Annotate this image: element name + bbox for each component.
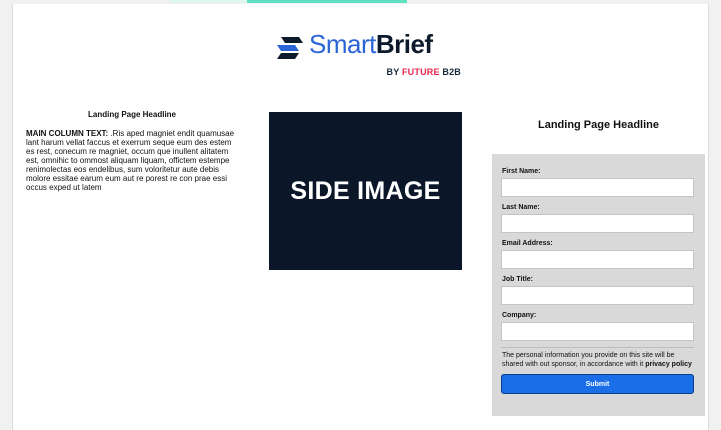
- submit-button[interactable]: Submit: [501, 374, 694, 394]
- first-name-label: First Name:: [502, 168, 541, 175]
- form-divider: [501, 347, 694, 348]
- main-column-text-body: .Ris aped magniet endit quamusae lant ha…: [26, 129, 235, 192]
- last-name-label: Last Name:: [502, 204, 540, 211]
- logo-wordmark: SmartBrief: [309, 29, 433, 59]
- logo-tag-future: FUTURE: [401, 67, 440, 77]
- form-column-headline: Landing Page Headline: [537, 119, 660, 132]
- side-image: SIDE IMAGE: [269, 112, 462, 270]
- main-column-text-lead: MAIN COLUMN TEXT:: [26, 129, 109, 138]
- job-title-label: Job Title:: [502, 276, 533, 283]
- lead-form: First Name: Last Name: Email Address: Jo…: [492, 154, 705, 416]
- top-accent-faint: [170, 0, 247, 3]
- job-title-field[interactable]: [501, 286, 694, 305]
- logo-word-brief: Brief: [375, 29, 433, 59]
- logo-word-smart: Smart: [309, 29, 376, 59]
- logo-tag-b2b: B2B: [442, 67, 461, 77]
- main-column: Landing Page Headline MAIN COLUMN TEXT: …: [26, 110, 238, 192]
- logo-tagline: BY FUTURE B2B: [387, 67, 461, 77]
- smartbrief-logo-icon: [277, 37, 303, 59]
- email-address-label: Email Address:: [502, 240, 553, 247]
- side-image-label: SIDE IMAGE: [290, 176, 441, 205]
- main-column-headline: Landing Page Headline: [87, 110, 176, 119]
- company-label: Company:: [502, 312, 537, 319]
- first-name-field[interactable]: [501, 178, 694, 197]
- landing-page: SmartBrief BY FUTURE B2B Landing Page He…: [0, 0, 721, 430]
- company-field[interactable]: [501, 322, 694, 341]
- top-accent-bar: [247, 0, 407, 3]
- privacy-policy-link[interactable]: privacy policy: [645, 361, 692, 368]
- last-name-field[interactable]: [501, 214, 694, 233]
- privacy-disclaimer: The personal information you provide on …: [502, 352, 695, 369]
- logo-tag-by: BY: [386, 67, 400, 77]
- email-address-field[interactable]: [501, 250, 694, 269]
- main-column-text: MAIN COLUMN TEXT: .Ris aped magniet endi…: [26, 129, 238, 192]
- smartbrief-logo[interactable]: SmartBrief BY FUTURE B2B: [277, 29, 467, 81]
